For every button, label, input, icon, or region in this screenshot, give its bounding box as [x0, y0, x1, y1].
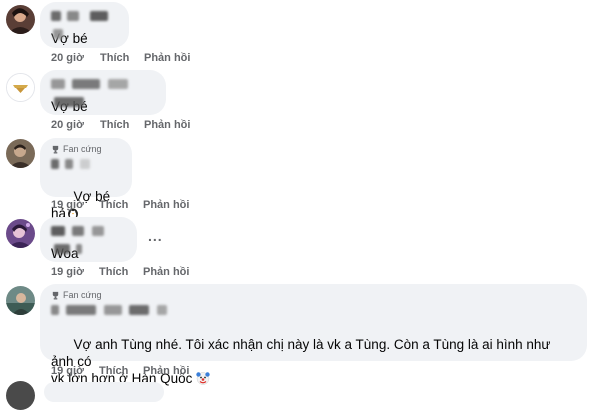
like-button[interactable]: Thích — [100, 52, 144, 64]
timestamp[interactable]: 20 giờ — [51, 119, 100, 131]
comment-text-content: Vợ anh Tùng nhé. Tôi xác nhận chị này là… — [51, 337, 551, 386]
reply-button[interactable]: Phản hồi — [143, 199, 189, 211]
comment-bubble — [44, 382, 164, 402]
comment-actions: 19 giờ Thích Phản hồi — [51, 199, 189, 211]
author-name[interactable] — [51, 8, 118, 39]
comment-actions: 20 giờ Thích Phản hồi — [51, 119, 190, 131]
comment-bubble: Vợ bé — [40, 70, 166, 115]
clown-face-emoji-icon — [196, 372, 210, 385]
reply-button[interactable]: Phản hồi — [144, 52, 190, 64]
avatar[interactable] — [6, 139, 35, 168]
author-name[interactable] — [51, 156, 121, 169]
badge-label: Fan cứng — [63, 290, 102, 300]
trophy-icon — [52, 291, 59, 300]
comment-bubble: Woa — [40, 217, 137, 262]
author-name[interactable] — [51, 302, 576, 315]
scrollbar[interactable] — [607, 0, 613, 386]
comment-bubble: Fan cứng Vợ bé hả — [40, 138, 132, 221]
comment-bubble: Fan cứng Vợ anh Tùng nhé. Tôi xác nhận c… — [40, 284, 587, 386]
comment-bubble: Vợ bé — [40, 2, 129, 48]
comment-actions: 20 giờ Thích Phản hồi — [51, 52, 190, 64]
author-name[interactable] — [51, 76, 155, 107]
avatar[interactable] — [6, 5, 35, 34]
like-button[interactable]: Thích — [99, 199, 143, 211]
timestamp[interactable]: 19 giờ — [51, 266, 99, 278]
fan-badge: Fan cứng — [51, 144, 121, 155]
avatar[interactable] — [6, 286, 35, 315]
comment-actions: 19 giờ Thích Phản hồi — [51, 365, 189, 377]
like-button[interactable]: Thích — [99, 266, 143, 278]
avatar[interactable] — [6, 219, 35, 248]
timestamp[interactable]: 19 giờ — [51, 365, 99, 377]
like-button[interactable]: Thích — [99, 365, 143, 377]
reply-button[interactable]: Phản hồi — [143, 266, 189, 278]
timestamp[interactable]: 20 giờ — [51, 52, 100, 64]
reply-button[interactable]: Phản hồi — [144, 119, 190, 131]
like-button[interactable]: Thích — [100, 119, 144, 131]
timestamp[interactable]: 19 giờ — [51, 199, 99, 211]
avatar[interactable] — [6, 73, 35, 102]
reply-button[interactable]: Phản hồi — [143, 365, 189, 377]
trophy-icon — [52, 145, 59, 154]
more-options-button[interactable]: ... — [148, 228, 163, 244]
comment-actions: 19 giờ Thích Phản hồi — [51, 266, 189, 278]
fan-badge: Fan cứng — [51, 290, 576, 301]
badge-label: Fan cứng — [63, 144, 102, 154]
avatar[interactable] — [6, 381, 35, 410]
author-name[interactable] — [51, 223, 126, 254]
